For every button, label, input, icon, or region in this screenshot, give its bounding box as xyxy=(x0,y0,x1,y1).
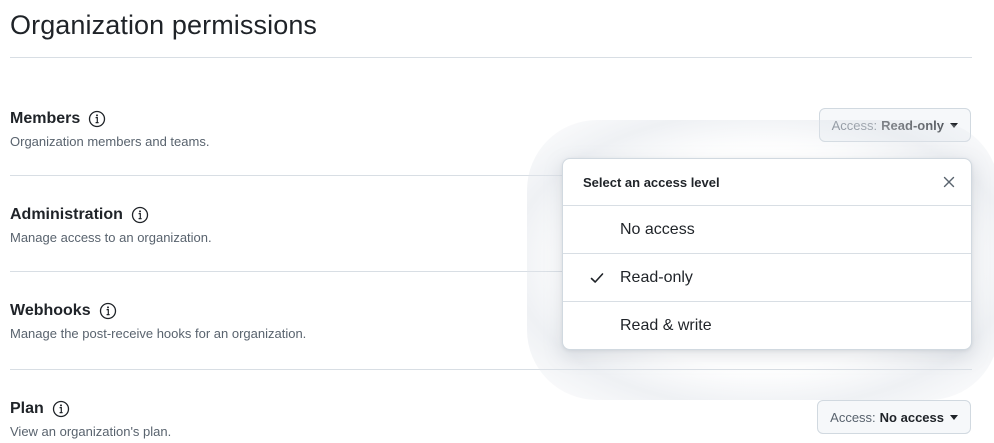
menu-item-read-only[interactable]: Read-only xyxy=(563,254,971,302)
access-prefix: Access: xyxy=(831,117,878,133)
access-level-menu: Select an access level No access Read-on… xyxy=(562,158,972,350)
title-divider xyxy=(10,57,972,58)
plan-access-select[interactable]: Access: No access xyxy=(817,400,971,434)
info-icon[interactable] xyxy=(52,400,70,418)
menu-item-no-access[interactable]: No access xyxy=(563,206,971,254)
permission-label: Members xyxy=(10,110,81,127)
access-prefix: Access: xyxy=(830,409,876,425)
access-value: Read-only xyxy=(881,117,944,133)
triangle-down-icon xyxy=(950,123,958,128)
menu-item-read-write[interactable]: Read & write xyxy=(563,302,971,349)
permission-row-plan: Plan View an organization's plan. Access… xyxy=(10,398,972,439)
triangle-down-icon xyxy=(950,415,958,420)
permission-label: Administration xyxy=(10,206,123,223)
access-value: No access xyxy=(879,409,944,425)
menu-item-label: No access xyxy=(620,220,695,238)
close-icon[interactable] xyxy=(941,174,957,190)
permission-label: Plan xyxy=(10,400,44,417)
members-access-select[interactable]: Access: Read-only xyxy=(818,108,971,142)
menu-item-label: Read-only xyxy=(620,268,693,286)
info-icon[interactable] xyxy=(99,302,117,320)
check-icon xyxy=(589,270,605,286)
check-placeholder xyxy=(589,222,605,238)
info-icon[interactable] xyxy=(131,206,149,224)
menu-title: Select an access level xyxy=(583,174,720,190)
permission-label: Webhooks xyxy=(10,302,91,319)
check-placeholder xyxy=(589,318,605,334)
info-icon[interactable] xyxy=(88,110,106,128)
row-divider xyxy=(10,369,972,370)
page-title: Organization permissions xyxy=(10,10,318,40)
menu-item-label: Read & write xyxy=(620,316,712,334)
organization-permissions-page: Organization permissions Members Organiz… xyxy=(0,0,994,443)
permission-row-members: Members Organization members and teams. … xyxy=(10,108,972,149)
menu-header: Select an access level xyxy=(563,159,971,206)
